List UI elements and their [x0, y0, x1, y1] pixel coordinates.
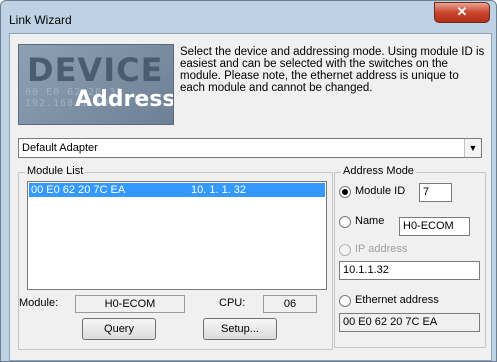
module-value-field: H0-ECOM — [75, 295, 185, 313]
ethernet-address-radio[interactable] — [339, 295, 351, 307]
address-mode-group: Address Mode Module ID 7 Name H0-ECOM IP… — [334, 165, 486, 348]
name-radio[interactable] — [339, 216, 351, 228]
description-text: Select the device and addressing mode. U… — [180, 46, 485, 94]
logo-line1: DEVICE — [27, 51, 164, 89]
logo-line2: Address — [75, 87, 174, 112]
chevron-down-icon[interactable]: ▼ — [464, 139, 481, 157]
adapter-value: Default Adapter — [22, 142, 98, 154]
name-input[interactable]: H0-ECOM — [399, 217, 470, 236]
ethernet-address-label: Ethernet address — [355, 294, 439, 306]
module-list-group: Module List 00 E0 62 20 7C EA 10. 1. 1. … — [18, 165, 333, 350]
ethernet-address-field: 00 E0 62 20 7C EA — [339, 313, 480, 332]
device-address-logo: 00 E0 62 20 33 192.168.1.101 DEVICE Addr… — [18, 44, 174, 125]
module-listbox[interactable]: 00 E0 62 20 7C EA 10. 1. 1. 32 — [27, 181, 327, 290]
adapter-dropdown[interactable]: Default Adapter ▼ — [18, 138, 482, 158]
module-id-radio[interactable] — [339, 186, 351, 198]
cpu-value-field: 06 — [263, 295, 317, 313]
module-label: Module: — [19, 297, 59, 309]
link-wizard-window: Link Wizard ✕ 00 E0 62 20 33 192.168.1.1… — [0, 0, 497, 362]
address-mode-label: Address Mode — [341, 165, 416, 177]
module-id-label: Module ID — [355, 185, 406, 197]
row-ethernet: 00 E0 62 20 7C EA — [31, 184, 126, 196]
cpu-label: CPU: — [219, 297, 246, 309]
window-title: Link Wizard — [9, 13, 72, 27]
ip-address-input[interactable]: 10.1.1.32 — [339, 261, 480, 280]
close-button[interactable]: ✕ — [434, 2, 490, 23]
name-label: Name — [355, 215, 385, 227]
ip-address-radio[interactable] — [339, 244, 351, 256]
module-id-input[interactable]: 7 — [419, 183, 452, 202]
module-list-row[interactable]: 00 E0 62 20 7C EA 10. 1. 1. 32 — [29, 183, 325, 197]
query-button[interactable]: Query — [82, 318, 156, 340]
module-list-label: Module List — [25, 165, 86, 177]
setup-button[interactable]: Setup... — [203, 318, 277, 340]
dialog-body: 00 E0 62 20 33 192.168.1.101 DEVICE Addr… — [9, 33, 492, 361]
ip-address-label: IP address — [355, 243, 408, 255]
row-ip: 10. 1. 1. 32 — [191, 184, 247, 196]
